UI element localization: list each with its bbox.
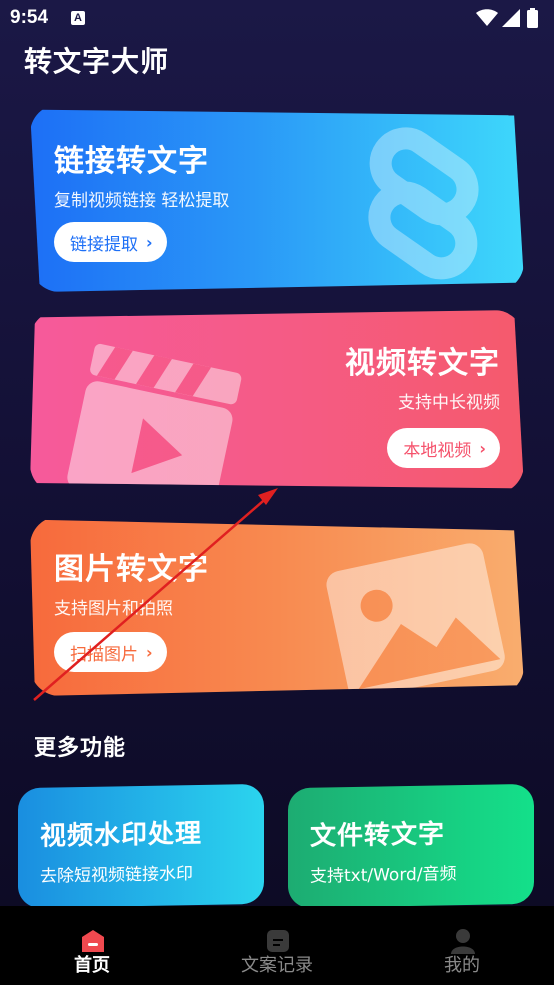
tab-records-label: 文案记录 [241,955,313,976]
tab-home[interactable]: 首页 [32,906,152,985]
more-features-heading: 更多功能 [34,736,127,761]
link-card-subtitle: 复制视频链接 轻松提取 [54,191,230,211]
notification-letter: A [74,12,82,24]
tab-mine-label: 我的 [444,955,480,976]
watermark-card-title: 视频水印处理 [40,818,203,852]
battery-icon [527,8,538,28]
chain-link-icon [368,127,479,280]
chevron-right-icon: › [479,438,486,458]
file-to-text-card[interactable]: 文件转文字 支持txt/Word/音频 [288,783,534,909]
file-card-subtitle: 支持txt/Word/音频 [310,864,457,887]
bottom-tab-bar: 首页 文案记录 我的 [0,906,554,985]
picture-icon [326,543,505,696]
local-video-label: 本地视频 [403,440,472,461]
tab-records[interactable]: 文案记录 [217,906,337,985]
video-watermark-card[interactable]: 视频水印处理 去除短视频链接水印 [18,783,264,909]
video-to-text-card[interactable]: 视频转文字 支持中长视频 本地视频 › [30,310,524,489]
clapperboard-icon [67,343,242,489]
scan-image-button[interactable]: 扫描图片 › [54,632,167,672]
video-card-subtitle: 支持中长视频 [398,393,500,413]
link-extract-label: 链接提取 [70,234,138,255]
link-extract-button[interactable]: 链接提取 › [54,222,167,262]
file-card-title: 文件转文字 [310,819,446,852]
link-to-text-card[interactable]: 链接转文字 复制视频链接 轻松提取 链接提取 › [30,109,524,292]
app-title: 转文字大师 [24,45,170,78]
wifi-icon [476,9,498,26]
signal-icon [502,9,520,27]
chevron-right-icon: › [146,232,153,252]
watermark-card-subtitle: 去除短视频链接水印 [40,864,193,887]
scan-image-label: 扫描图片 [70,644,138,665]
local-video-button[interactable]: 本地视频 › [387,428,500,468]
tab-home-label: 首页 [74,955,110,976]
video-card-title: 视频转文字 [345,346,500,381]
link-card-title: 链接转文字 [54,144,209,179]
status-time: 9:54 [10,7,49,28]
chevron-right-icon: › [146,642,153,662]
image-card-subtitle: 支持图片和拍照 [54,599,173,619]
image-card-title: 图片转文字 [54,552,209,587]
status-bar: 9:54 A [0,0,554,38]
tab-mine[interactable]: 我的 [402,906,522,985]
image-to-text-card[interactable]: 图片转文字 支持图片和拍照 扫描图片 › [30,519,524,696]
notification-a-icon: A [71,11,85,25]
